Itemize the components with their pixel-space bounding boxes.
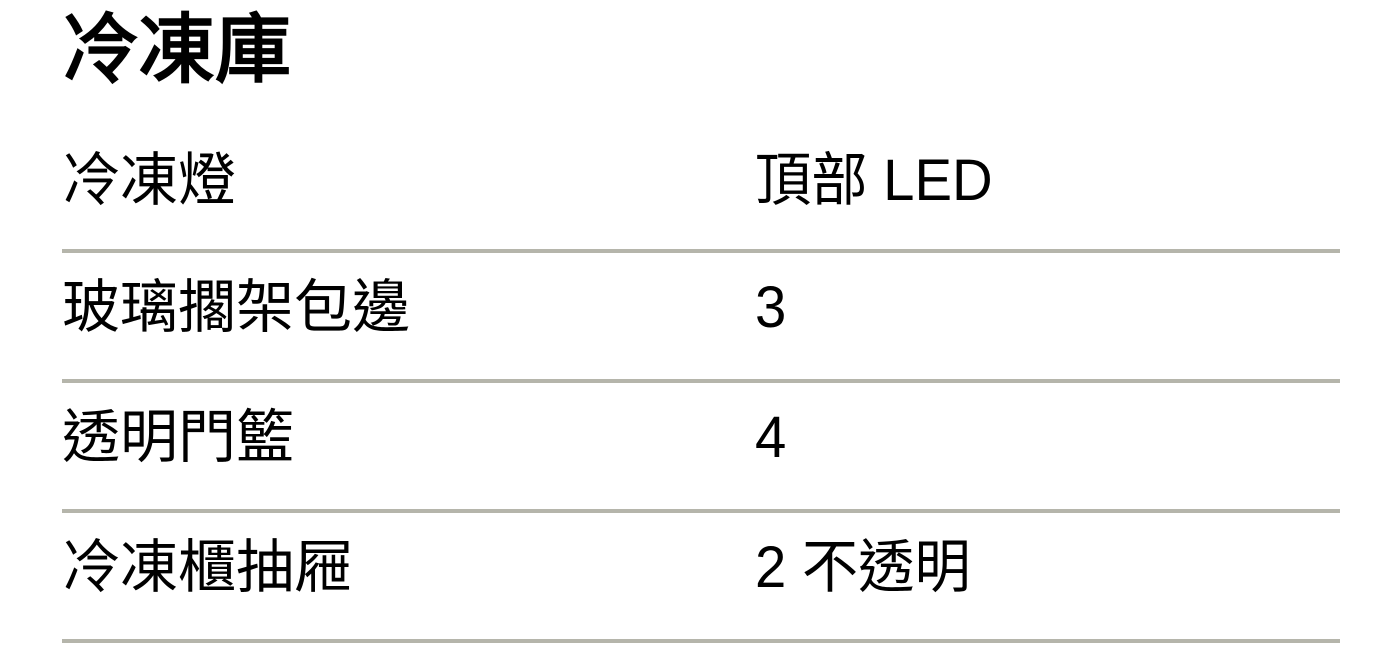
spec-label-glass-shelf-trim: 玻璃擱架包邊 <box>62 275 411 340</box>
spec-value-glass-shelf-trim: 3 <box>755 275 787 340</box>
table-row: 玻璃擱架包邊 3 <box>62 253 1340 383</box>
spec-value-freezer-light: 頂部 LED <box>755 148 993 213</box>
freezer-spec-panel: 冷凍庫 冷凍燈 頂部 LED 玻璃擱架包邊 3 透明門籃 4 冷凍櫃抽屜 2 不… <box>0 0 1400 663</box>
spec-label-freezer-drawers: 冷凍櫃抽屜 <box>62 535 353 600</box>
table-row: 冷凍櫃抽屜 2 不透明 <box>62 513 1340 643</box>
spec-value-clear-door-bins: 4 <box>755 405 787 470</box>
spec-table: 冷凍燈 頂部 LED 玻璃擱架包邊 3 透明門籃 4 冷凍櫃抽屜 2 不透明 <box>62 126 1340 643</box>
spec-label-freezer-light: 冷凍燈 <box>62 148 237 213</box>
spec-label-clear-door-bins: 透明門籃 <box>62 405 295 470</box>
page-title: 冷凍庫 <box>62 8 292 93</box>
spec-value-freezer-drawers: 2 不透明 <box>755 535 971 600</box>
table-row: 冷凍燈 頂部 LED <box>62 126 1340 253</box>
table-row: 透明門籃 4 <box>62 383 1340 513</box>
